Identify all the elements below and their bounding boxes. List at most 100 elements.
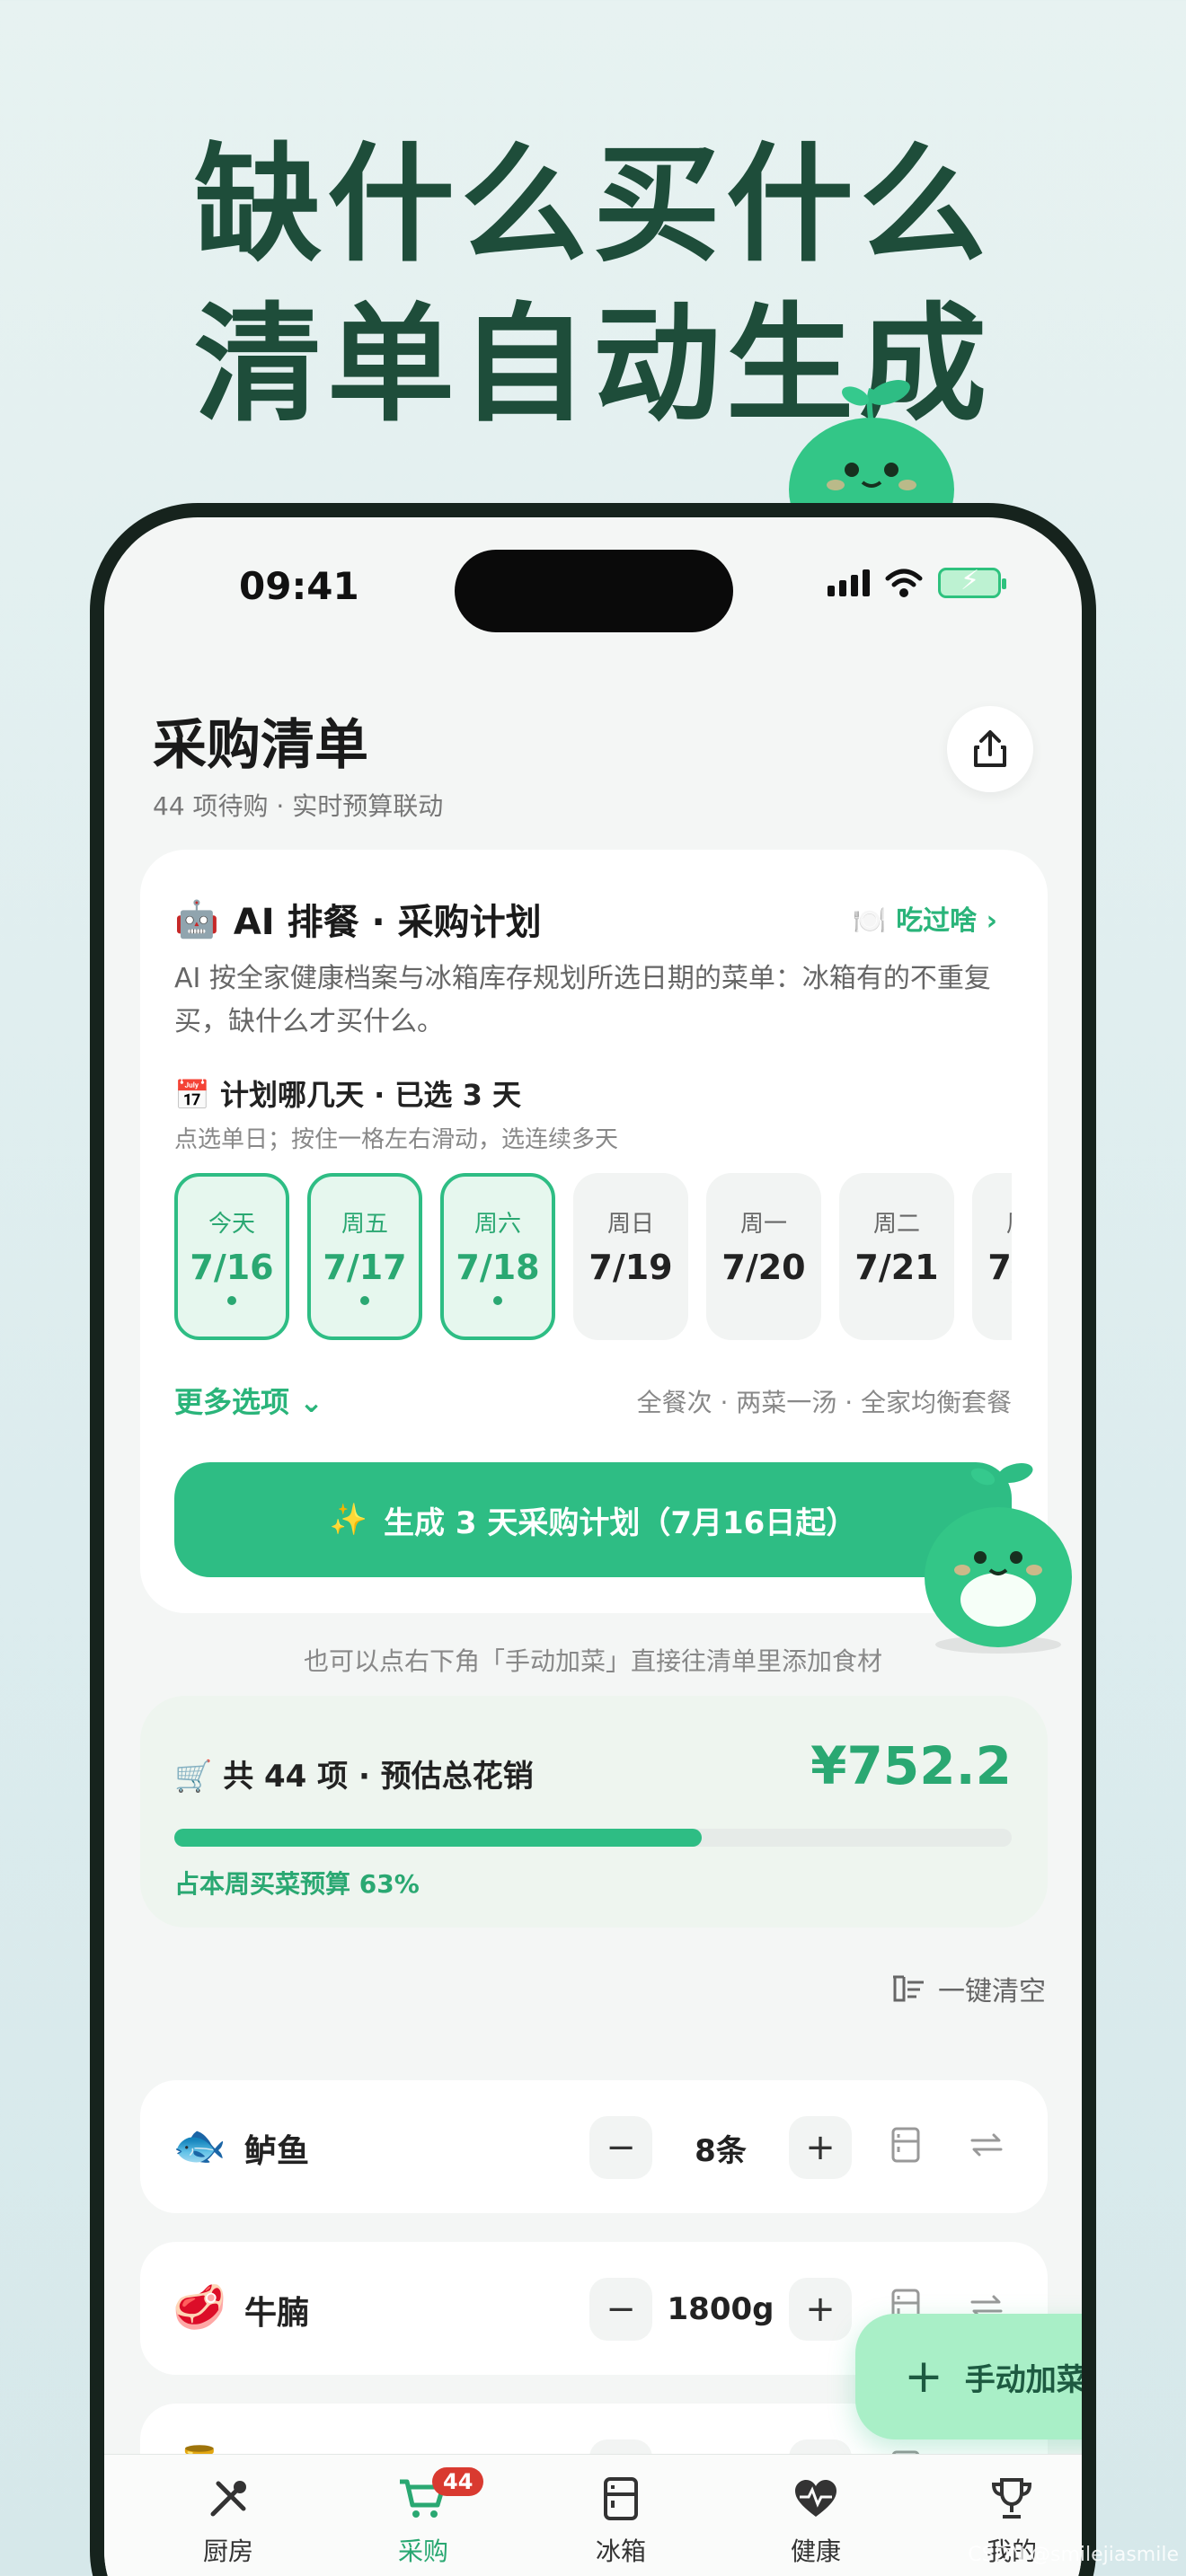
increment-button[interactable]: + [789,2116,852,2179]
generate-plan-button[interactable]: ✨ 生成 3 天采购计划（7月16日起） [174,1462,1012,1577]
ai-card-title: AI 排餐 · 采购计划 [233,902,542,943]
day-chip[interactable]: 周一 7/20 [706,1173,821,1340]
tab-fridge[interactable]: 冰箱 [558,2475,684,2568]
robot-icon: 🤖 [174,898,219,940]
page-title: 采购清单 [153,714,368,777]
selected-dot-icon [493,1296,502,1305]
day-weekday: 周一 [739,1211,787,1238]
decrement-button[interactable]: − [589,2116,652,2179]
item-name: 牛腩 [244,2295,310,2332]
day-weekday: 周五 [341,1211,388,1238]
quantity-stepper[interactable]: −1800g + [589,2278,852,2341]
tab-shopping[interactable]: 44 采购 [360,2467,486,2568]
calendar-icon: 📅 [174,1078,210,1112]
fridge-icon[interactable] [886,2125,925,2165]
cart-icon: 🛒 [174,1759,213,1795]
plan-heading: 计划哪几天 · 已选 3 天 [219,1078,521,1112]
day-date: 7/16 [190,1248,274,1287]
day-chip[interactable]: 周二 7/21 [839,1173,954,1340]
ai-plan-card: 🤖 AI 排餐 · 采购计划 🍽️ 吃过啥 › AI 按全家健康档案与冰箱库存规… [140,850,1048,1613]
cart-count-badge: 44 [432,2467,484,2496]
day-weekday: 周二 [872,1211,920,1238]
tab-label: 采购 [397,2536,448,2566]
trophy-icon [989,2475,1034,2523]
food-icon: 🐟 [173,2121,226,2171]
selected-dot-icon [227,1296,236,1305]
clear-all-label: 一键清空 [938,1976,1046,2007]
history-link[interactable]: 🍽️ 吃过啥 › [853,898,997,938]
day-chip[interactable]: 周日 7/19 [573,1173,688,1340]
day-date: 7/18 [456,1248,540,1287]
sparkles-icon: ✨ [329,1502,368,1538]
status-bar: 09:41 ⚡ [104,517,1082,634]
day-chip[interactable]: 周三 7/22 [972,1173,1012,1340]
day-date: 7/22 [987,1248,1012,1287]
manual-add-hint: 也可以点右下角「手动加菜」直接往清单里添加食材 [303,1646,882,1676]
tab-kitchen[interactable]: 厨房 [165,2475,291,2568]
ai-card-description: AI 按全家健康档案与冰箱库存规划所选日期的菜单：冰箱有的不重复买，缺什么才买什… [174,963,991,1037]
swap-icon[interactable] [967,2125,1006,2165]
day-date: 7/17 [323,1248,407,1287]
plan-hint: 点选单日；按住一格左右滑动，选连续多天 [174,1126,619,1153]
tab-label: 冰箱 [595,2536,646,2566]
utensils-icon [206,2475,251,2523]
total-price: ¥752.2 [810,1735,1012,1796]
budget-text: 占本周买菜预算 63% [174,1869,420,1899]
item-quantity: 8条 [695,2132,747,2169]
generate-plan-label: 生成 3 天采购计划（7月16日起） [384,1504,857,1541]
trash-list-icon [893,1975,924,2002]
summary-label: 共 44 项 · 预估总花销 [223,1759,534,1795]
share-button[interactable] [947,706,1033,792]
headline-line-1: 缺什么买什么 [194,131,992,279]
day-chip[interactable]: 周六 7/18 [440,1173,555,1340]
item-name: 鲈鱼 [244,2133,310,2170]
tab-label: 健康 [790,2536,841,2566]
day-weekday: 周日 [606,1211,654,1238]
food-icon: 🥩 [173,2282,226,2333]
phone-frame: 09:41 ⚡ 采购清单 44 项待购 · 实时预算联动 🤖 AI 排餐 · 采… [90,503,1096,2576]
day-date: 7/20 [721,1248,806,1287]
watermark: CSDN @smilejiasmile [968,2544,1179,2566]
day-weekday: 今天 [208,1211,255,1238]
headline-line-2: 清单自动生成 [194,291,992,439]
chevron-down-icon: ⌄ [299,1385,323,1419]
increment-button[interactable]: + [789,2278,852,2341]
day-date: 7/19 [589,1248,673,1287]
quantity-stepper[interactable]: − 8条 + [589,2116,852,2179]
bottom-tab-bar: 厨房 44 采购 冰箱 健康 我的 [104,2454,1082,2576]
clear-all-button[interactable]: 一键清空 [891,1969,1046,2008]
list-item[interactable]: 🐟 鲈鱼 − 8条 + [140,2080,1048,2213]
heart-pulse-icon [792,2475,839,2523]
wifi-icon [885,569,923,597]
day-weekday: 周六 [474,1211,521,1238]
day-weekday: 周三 [1006,1205,1012,1239]
manual-add-label: 手动加菜 [964,2361,1087,2398]
day-date: 7/21 [854,1248,939,1287]
tab-health[interactable]: 健康 [753,2475,879,2568]
battery-charging-icon: ⚡ [938,565,1006,598]
tab-label: 厨房 [202,2536,253,2566]
selected-dot-icon [360,1296,369,1305]
more-options-label: 更多选项 [174,1385,290,1419]
decrement-button[interactable]: − [589,2278,652,2341]
signal-icon [828,569,870,596]
day-selector[interactable]: 今天 7/16 周五 7/17 周六 7/18 周日 7/19 周一 7/20 周二 7/21 周三 7/… [174,1173,1012,1344]
mascot-sprout-icon [925,1463,1072,1654]
history-link-label: 吃过啥 › [896,905,997,937]
page-subtitle: 44 项待购 · 实时预算联动 [153,791,444,821]
manual-add-button[interactable]: + 手动加菜 [855,2314,1087,2439]
day-chip[interactable]: 周五 7/17 [307,1173,422,1340]
more-options-toggle[interactable]: 更多选项 ⌄ [174,1380,323,1421]
plus-icon: + [904,2350,943,2404]
spending-summary-card: 🛒 共 44 项 · 预估总花销 ¥752.2 占本周买菜预算 63% [140,1696,1048,1928]
budget-progress-fill [174,1829,703,1847]
fridge-icon [603,2475,639,2523]
plate-icon: 🍽️ [853,905,887,937]
dynamic-island [455,550,733,632]
budget-progress-bar [174,1829,1012,1847]
share-icon [974,730,1006,767]
day-chip[interactable]: 今天 7/16 [174,1173,289,1340]
options-summary: 全餐次 · 两菜一汤 · 全家均衡套餐 [636,1388,1012,1417]
status-time: 09:41 [239,564,359,608]
item-quantity: 1800g [667,2291,774,2327]
